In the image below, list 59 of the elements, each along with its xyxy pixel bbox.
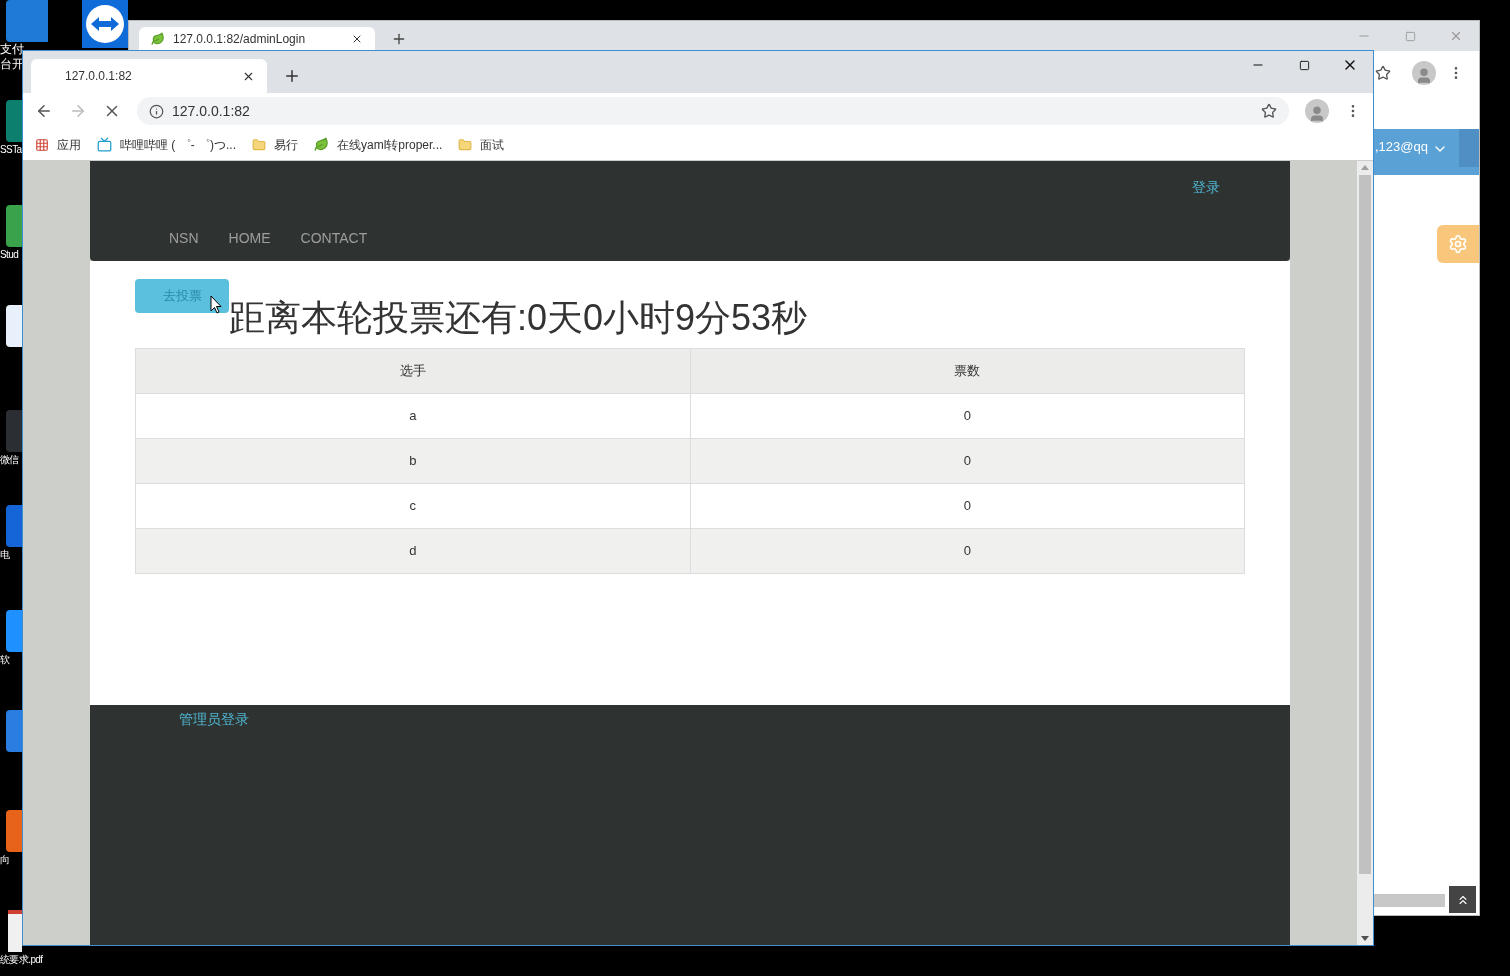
close-tab-icon[interactable] bbox=[351, 33, 363, 45]
nav-link[interactable]: NSN bbox=[169, 228, 199, 249]
table-cell: b bbox=[135, 438, 690, 484]
bookmark-link[interactable]: 应用 bbox=[57, 135, 81, 154]
table-cell: 0 bbox=[690, 393, 1245, 439]
back-to-top-button[interactable] bbox=[1449, 886, 1476, 913]
table-cell: a bbox=[135, 393, 690, 439]
admin-login-link[interactable]: 管理员登录 bbox=[179, 711, 249, 727]
scrollbar-thumb[interactable] bbox=[1359, 175, 1371, 874]
desktop-icon-label: Stud bbox=[0, 248, 19, 262]
desktop-icon-label: 支付 bbox=[0, 42, 24, 57]
table-cell: 0 bbox=[690, 528, 1245, 574]
maximize-icon[interactable] bbox=[1298, 59, 1310, 71]
address-bar[interactable]: 127.0.0.1:82 bbox=[137, 97, 1289, 125]
horizontal-scrollbar[interactable] bbox=[1371, 894, 1445, 907]
desktop-icon-label: 向 bbox=[0, 853, 10, 867]
new-tab-icon[interactable] bbox=[391, 31, 407, 47]
nav-link[interactable]: HOME bbox=[228, 228, 271, 249]
profile-avatar[interactable] bbox=[1305, 99, 1329, 123]
login-link[interactable]: 登录 bbox=[1192, 177, 1220, 198]
column-header: 选手 bbox=[135, 348, 690, 394]
leaf-icon bbox=[151, 32, 165, 46]
table-cell: c bbox=[135, 483, 690, 529]
table-cell: 0 bbox=[690, 438, 1245, 484]
vertical-scrollbar[interactable] bbox=[1357, 161, 1373, 945]
folder-icon bbox=[252, 137, 266, 152]
desktop-icon-label: 软 bbox=[0, 653, 10, 667]
scroll-up-icon[interactable] bbox=[1361, 165, 1369, 170]
table-cell: d bbox=[135, 528, 690, 574]
new-tab-icon[interactable] bbox=[283, 67, 301, 85]
document-icon[interactable] bbox=[8, 910, 22, 952]
folder-icon bbox=[458, 137, 473, 152]
bookmark-link[interactable]: 哔哩哔哩 ( ゜- ゜)つ... bbox=[120, 135, 236, 154]
table-cell: 0 bbox=[690, 483, 1245, 529]
bookmark-link[interactable]: 易行 bbox=[274, 135, 298, 154]
forward-icon[interactable] bbox=[69, 102, 87, 120]
browser-tab[interactable]: 127.0.0.1:82/adminLogin bbox=[139, 27, 375, 51]
bookmark-link[interactable]: 在线yaml转proper... bbox=[337, 135, 443, 154]
desktop-icon-label: 微信 bbox=[0, 453, 19, 467]
bookmark-link[interactable]: 面试 bbox=[480, 135, 505, 154]
scroll-down-icon[interactable] bbox=[1361, 936, 1369, 941]
countdown-heading: 距离本轮投票还有:0天0小时9分53秒 bbox=[229, 298, 808, 338]
cursor-icon bbox=[210, 295, 222, 314]
tv-icon bbox=[97, 137, 112, 152]
nav-link[interactable]: CONTACT bbox=[300, 228, 368, 249]
profile-avatar[interactable] bbox=[1412, 61, 1436, 85]
bookmark-star-icon[interactable] bbox=[1261, 103, 1277, 119]
settings-icon bbox=[1448, 234, 1468, 254]
back-icon[interactable] bbox=[35, 102, 53, 120]
bookmark-star-icon[interactable] bbox=[1375, 65, 1391, 81]
desktop-icon-label: SSTa bbox=[0, 143, 22, 157]
apps-icon bbox=[35, 137, 49, 152]
desktop-icon-label: 电 bbox=[0, 548, 10, 562]
desktop-icon-label: 统要求.pdf bbox=[0, 953, 43, 967]
info-icon[interactable] bbox=[149, 103, 164, 119]
remote-app-icon[interactable] bbox=[82, 0, 128, 48]
leaf-icon bbox=[314, 137, 329, 152]
column-header: 票数 bbox=[690, 348, 1245, 394]
browser-tab[interactable]: 127.0.0.1:82 bbox=[31, 59, 267, 93]
